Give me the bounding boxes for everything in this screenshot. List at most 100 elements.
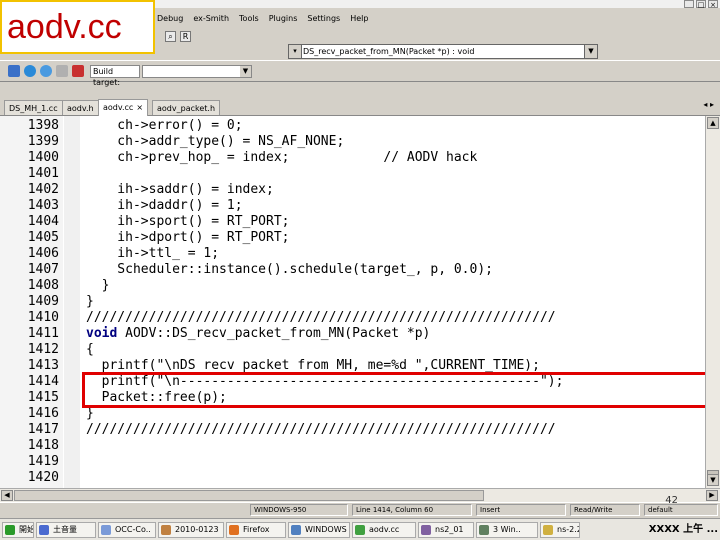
- line-number: 1408: [27, 278, 59, 293]
- abort-icon[interactable]: [72, 65, 84, 77]
- build-target-label: Build target:: [90, 65, 140, 87]
- scroll-right-icon[interactable]: ▶: [706, 490, 718, 501]
- code-line[interactable]: Scheduler::instance().schedule(target_, …: [86, 262, 493, 278]
- taskbar-item[interactable]: WINDOWS: [288, 522, 350, 538]
- highlight-box: [82, 372, 710, 408]
- taskbar-item-label: Firefox: [243, 525, 270, 534]
- code-line[interactable]: ch->prev_hop_ = index; // AODV hack: [86, 150, 477, 166]
- maximize-button[interactable]: □: [696, 0, 706, 9]
- code-editor[interactable]: 1398 ch->error() = 0; 1399 ch->addr_type(…: [0, 116, 710, 488]
- line-number: 1406: [27, 246, 59, 261]
- menu-settings[interactable]: Settings: [307, 14, 340, 23]
- tab-scroll-arrows[interactable]: ◂ ▸: [703, 100, 714, 109]
- line-number: 1402: [27, 182, 59, 197]
- status-read-write: Read/Write: [570, 504, 640, 516]
- line-number: 1401: [27, 166, 59, 181]
- rebuild-icon[interactable]: [56, 65, 68, 77]
- app-icon: [229, 525, 239, 535]
- system-tray[interactable]: XXXX 上午 ...: [649, 522, 718, 538]
- slide-page-number: 42: [665, 495, 678, 506]
- close-icon[interactable]: ×: [136, 103, 143, 112]
- status-insert-mode: Insert: [476, 504, 566, 516]
- find-icon[interactable]: ⌕: [165, 30, 176, 42]
- menu-help[interactable]: Help: [350, 14, 368, 23]
- menu-bar: Debug ex-Smith Tools Plugins Settings He…: [155, 8, 720, 28]
- line-number: 1413: [27, 358, 59, 373]
- run-icon[interactable]: [24, 65, 36, 77]
- line-number: 1417: [27, 422, 59, 437]
- app-icon: [291, 525, 301, 535]
- code-line[interactable]: void AODV::DS_recv_packet_from_MN(Packet…: [86, 326, 430, 342]
- taskbar-item[interactable]: OCC-Co..: [98, 522, 156, 538]
- line-number: 1420: [27, 470, 59, 485]
- taskbar-item-label: OCC-Co..: [115, 525, 151, 534]
- build-run-icon[interactable]: [40, 65, 52, 77]
- line-number: 1414: [27, 374, 59, 389]
- line-number: 1416: [27, 406, 59, 421]
- scroll-thumb-horizontal[interactable]: [14, 490, 484, 501]
- code-line[interactable]: {: [86, 342, 94, 358]
- chevron-down-icon[interactable]: ▼: [240, 66, 251, 77]
- code-line[interactable]: ////////////////////////////////////////…: [86, 422, 556, 438]
- vertical-scrollbar[interactable]: ▲ ▼: [705, 116, 720, 488]
- code-line[interactable]: ih->daddr() = 1;: [86, 198, 242, 214]
- taskbar-item[interactable]: ns2_01: [418, 522, 474, 538]
- code-line[interactable]: ih->dport() = RT_PORT;: [86, 230, 289, 246]
- tab-aodv-cc[interactable]: aodv.cc ×: [98, 99, 149, 116]
- app-icon: [5, 525, 15, 535]
- build-target-dropdown[interactable]: ▼: [142, 65, 252, 78]
- status-bar: WINDOWS-950 Line 1414, Column 60 Insert …: [0, 502, 720, 516]
- scroll-left-icon[interactable]: ◀: [1, 490, 13, 501]
- tab-aodv-h[interactable]: aodv.h: [62, 100, 99, 115]
- taskbar-item-label: 土音量: [53, 525, 77, 534]
- line-number: 1409: [27, 294, 59, 309]
- tab-aodv-packet-h[interactable]: aodv_packet.h: [152, 100, 221, 115]
- taskbar-item-label: ns2_01: [435, 525, 464, 534]
- menu-debug[interactable]: Debug: [157, 14, 183, 23]
- app-icon: [479, 525, 489, 535]
- line-number: 1418: [27, 438, 59, 453]
- horizontal-scrollbar[interactable]: ◀ ▶: [0, 488, 720, 502]
- settings-icon[interactable]: [8, 65, 20, 77]
- code-line[interactable]: ih->saddr() = index;: [86, 182, 274, 198]
- menu-ex-smith[interactable]: ex-Smith: [193, 14, 229, 23]
- function-dropdown-value: DS_recv_packet_from_MN(Packet *p) : void: [303, 47, 475, 56]
- taskbar-item[interactable]: 3 Win..: [476, 522, 538, 538]
- line-number: 1407: [27, 262, 59, 277]
- code-line[interactable]: }: [86, 406, 94, 422]
- taskbar-item-label: 2010-0123: [175, 525, 219, 534]
- taskbar-item[interactable]: aodv.cc: [352, 522, 416, 538]
- code-line[interactable]: ih->ttl_ = 1;: [86, 246, 219, 262]
- code-line[interactable]: }: [86, 278, 110, 294]
- replace-icon[interactable]: R: [180, 30, 191, 42]
- close-button[interactable]: ×: [708, 0, 718, 9]
- line-number: 1399: [27, 134, 59, 149]
- build-toolbar: Build target: ▼: [0, 60, 720, 87]
- line-number: 1403: [27, 198, 59, 213]
- scroll-down-icon[interactable]: ▼: [707, 474, 719, 486]
- function-dropdown[interactable]: ▾ DS_recv_packet_from_MN(Packet *p) : vo…: [288, 44, 598, 59]
- taskbar-item[interactable]: 土音量: [36, 522, 96, 538]
- taskbar-item[interactable]: 2010-0123: [158, 522, 224, 538]
- menu-plugins[interactable]: Plugins: [269, 14, 298, 23]
- app-icon: [421, 525, 431, 535]
- minimize-button[interactable]: _: [684, 0, 694, 9]
- window-title-bar: _ □ ×: [155, 0, 720, 9]
- chevron-down-icon[interactable]: ▼: [584, 45, 597, 58]
- code-line[interactable]: }: [86, 294, 94, 310]
- line-number: 1415: [27, 390, 59, 405]
- start-button[interactable]: 開始: [2, 522, 34, 538]
- line-number: 1411: [27, 326, 59, 341]
- code-line[interactable]: ////////////////////////////////////////…: [86, 310, 556, 326]
- tab-ds-mh-1[interactable]: DS_MH_1.cc: [4, 100, 63, 115]
- taskbar-item[interactable]: ns-2.27: [540, 522, 580, 538]
- line-number: 1398: [27, 118, 59, 133]
- code-line[interactable]: ch->addr_type() = NS_AF_NONE;: [86, 134, 344, 150]
- line-number: 1404: [27, 214, 59, 229]
- scroll-up-icon[interactable]: ▲: [707, 117, 719, 129]
- code-line[interactable]: ch->error() = 0;: [86, 118, 242, 134]
- taskbar-item[interactable]: Firefox: [226, 522, 286, 538]
- code-line[interactable]: ih->sport() = RT_PORT;: [86, 214, 289, 230]
- editor-tab-bar: DS_MH_1.cc aodv.h aodv.cc × aodv_packet.h…: [0, 98, 720, 116]
- menu-tools[interactable]: Tools: [239, 14, 259, 23]
